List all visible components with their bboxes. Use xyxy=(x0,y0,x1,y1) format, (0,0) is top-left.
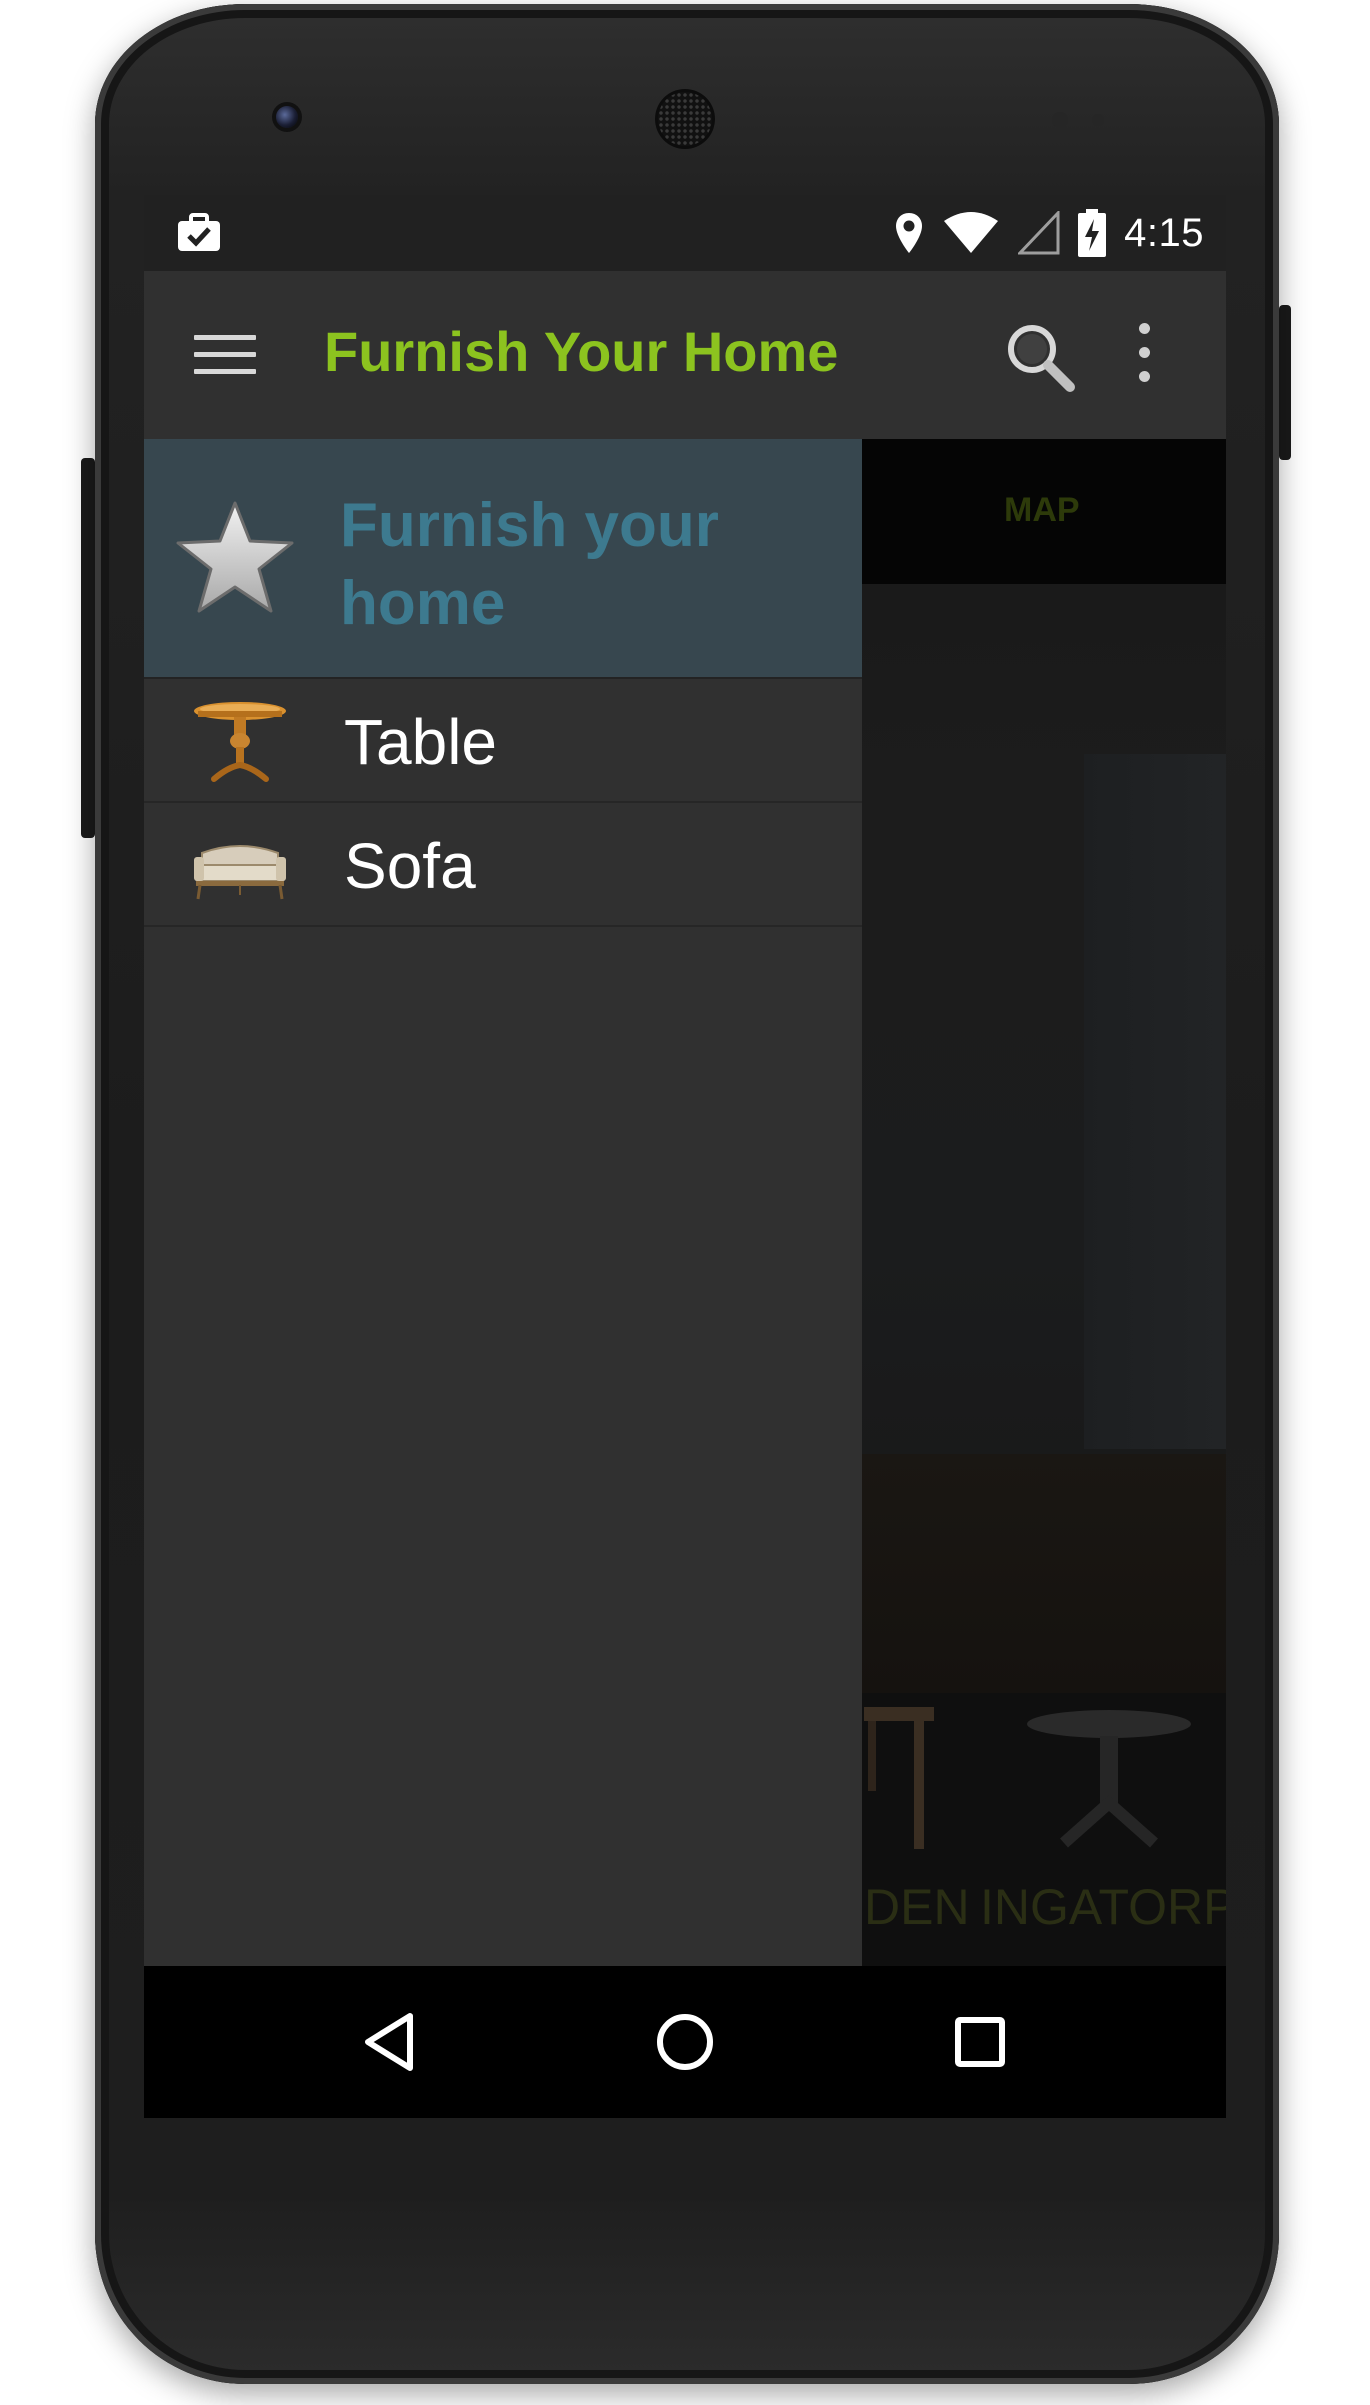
location-pin-icon xyxy=(896,213,923,253)
system-nav-bar xyxy=(144,1966,1226,2118)
overflow-menu-icon[interactable] xyxy=(1136,323,1152,383)
tab-map[interactable]: MAP xyxy=(1004,491,1080,530)
star-icon xyxy=(176,501,294,613)
sofa-icon xyxy=(194,845,286,900)
hamburger-menu-icon[interactable] xyxy=(194,335,256,375)
product-label-ingatorp: INGATORP xyxy=(980,1879,1226,1935)
app-toolbar: Furnish Your Home xyxy=(144,271,1226,439)
battery-charging-icon xyxy=(1078,209,1107,257)
wifi-icon xyxy=(944,212,999,253)
drawer-header[interactable]: Furnish your home xyxy=(144,439,862,679)
table-thumbnail[interactable] xyxy=(1024,1708,1194,1858)
screen: 4:15 Furnish Your Home MAP DEN INGATORP … xyxy=(144,195,1226,2118)
chair-thumbnail[interactable] xyxy=(864,1703,934,1853)
room-wall xyxy=(1084,754,1226,1449)
clock: 4:15 xyxy=(1124,210,1204,255)
light-sensor xyxy=(1092,114,1104,126)
drawer-item-sofa[interactable]: Sofa xyxy=(144,803,862,927)
app-title: Furnish Your Home xyxy=(324,320,839,383)
status-bar: 4:15 xyxy=(144,195,1226,271)
drawer-title: Furnish your home xyxy=(340,491,719,638)
search-icon[interactable] xyxy=(1004,321,1076,393)
home-icon[interactable] xyxy=(649,2006,721,2078)
recent-apps-icon[interactable] xyxy=(944,2006,1016,2078)
power-button xyxy=(1279,305,1291,460)
product-label-den: DEN xyxy=(864,1879,970,1935)
front-camera xyxy=(276,106,298,128)
proximity-sensor xyxy=(1052,112,1068,128)
drawer-item-label: Table xyxy=(344,706,497,778)
drawer-item-table[interactable]: Table xyxy=(144,679,862,803)
table-icon xyxy=(194,702,286,782)
drawer-item-label: Sofa xyxy=(344,830,476,902)
earpiece-speaker xyxy=(658,92,712,146)
back-icon[interactable] xyxy=(354,2006,426,2078)
briefcase-check-icon xyxy=(178,213,220,251)
cell-signal-icon xyxy=(1018,211,1060,255)
volume-button xyxy=(81,458,95,838)
navigation-drawer: Furnish your home Table Sofa xyxy=(144,439,862,1966)
